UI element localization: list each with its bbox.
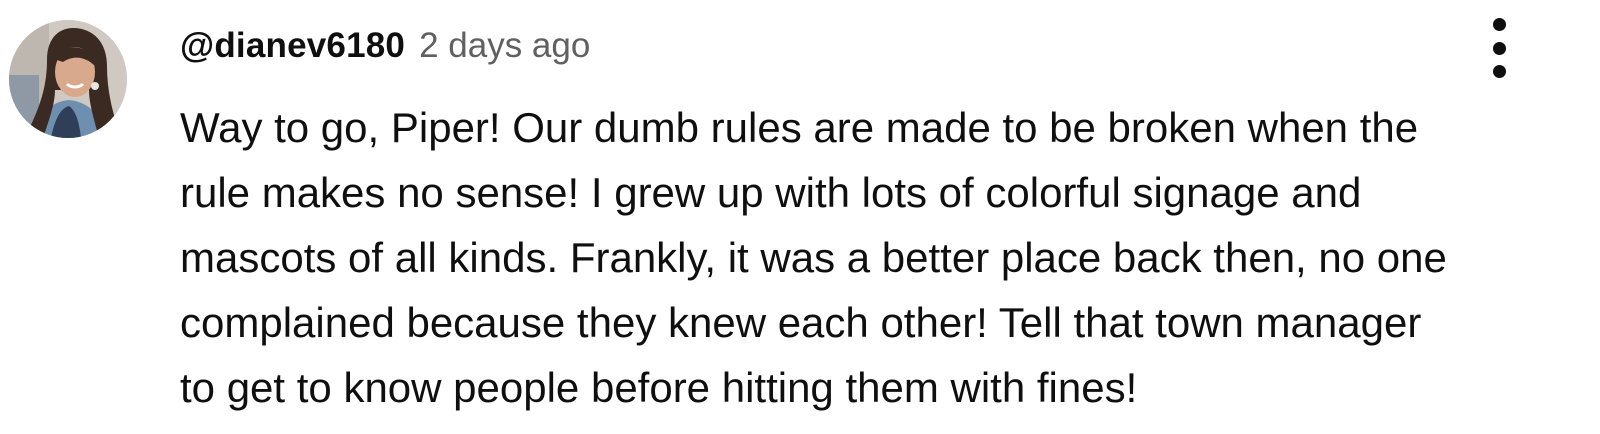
- comment-text-line: complained because they knew each other!…: [180, 299, 1422, 346]
- more-vertical-icon-dot: [1492, 41, 1506, 55]
- comment-text-line: to get to know people before hitting the…: [180, 364, 1138, 411]
- more-options-button[interactable]: [1478, 18, 1520, 78]
- comment-header: @dianev6180 2 days ago: [180, 26, 590, 74]
- avatar-photo: [9, 20, 127, 138]
- comment-text-line: mascots of all kinds. Frankly, it was a …: [180, 234, 1447, 281]
- more-vertical-icon-dot: [1492, 65, 1506, 78]
- comment-thread-item: @dianev6180 2 days ago Way to go, Piper!…: [0, 0, 1600, 434]
- avatar[interactable]: [9, 20, 127, 138]
- more-vertical-icon: [1492, 18, 1506, 31]
- comment-text-line: Way to go, Piper! Our dumb rules are mad…: [180, 104, 1419, 151]
- comment-timestamp[interactable]: 2 days ago: [419, 26, 590, 66]
- comment-text-line: rule makes no sense! I grew up with lots…: [180, 169, 1362, 216]
- author-handle[interactable]: @dianev6180: [180, 26, 405, 66]
- comment-text: Way to go, Piper! Our dumb rules are mad…: [180, 95, 1580, 420]
